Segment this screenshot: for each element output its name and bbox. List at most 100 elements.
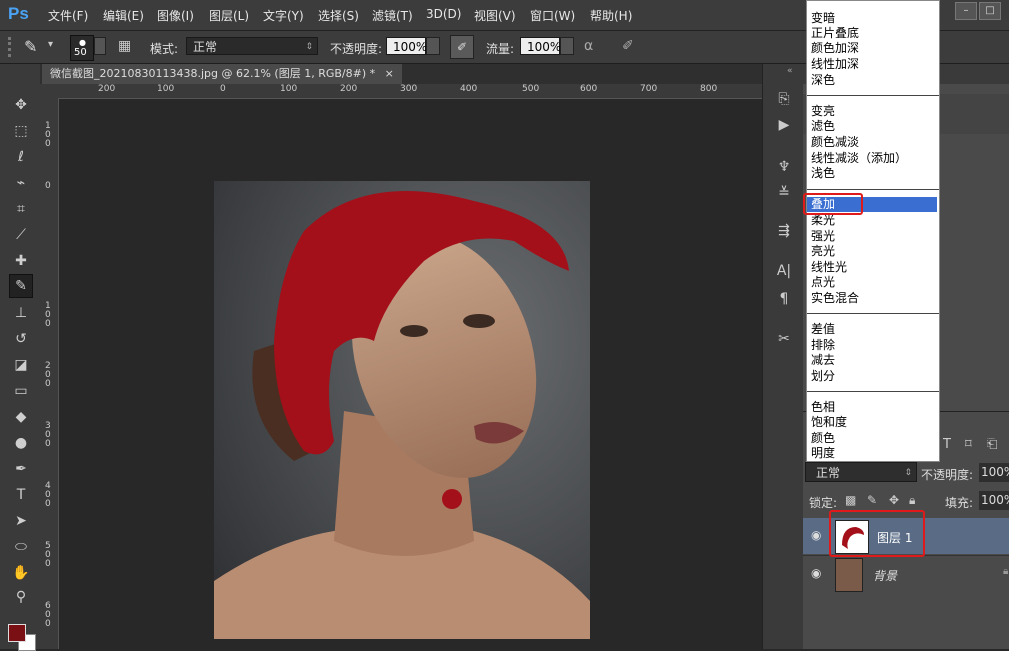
blend-screen[interactable]: 滤色 [811, 119, 835, 134]
menu-view[interactable]: 视图(V) [474, 7, 516, 24]
blend-saturation[interactable]: 饱和度 [811, 415, 847, 430]
lasso-tool-icon[interactable]: ℓ [10, 146, 32, 168]
eye-icon[interactable]: ◉ [811, 566, 821, 580]
blend-mode-dropdown[interactable]: 变暗 正片叠底 颜色加深 线性加深 深色 变亮 滤色 颜色减淡 线性减淡（添加）… [806, 0, 940, 462]
eye-icon[interactable]: ◉ [811, 528, 821, 542]
blend-lighten[interactable]: 变亮 [811, 104, 835, 119]
menu-type[interactable]: 文字(Y) [263, 7, 304, 24]
opacity-input[interactable]: 100% [386, 37, 427, 55]
flow-input[interactable]: 100% [520, 37, 561, 55]
healing-brush-tool-icon[interactable]: ✚ [10, 250, 32, 272]
actions-panel-icon[interactable]: ▶ [775, 116, 793, 134]
smart-object-filter-icon[interactable]: ⎗ [987, 437, 997, 452]
layer-blend-mode-select[interactable]: 正常 ⇕ [805, 462, 917, 482]
fill-input[interactable]: 100% [979, 491, 1009, 510]
path-select-tool-icon[interactable]: ➤ [10, 510, 32, 532]
close-tab-icon[interactable]: × [385, 67, 394, 80]
blend-color-burn[interactable]: 颜色加深 [811, 41, 859, 56]
layer-opacity-input[interactable]: 100% [979, 463, 1009, 482]
menu-image[interactable]: 图像(I) [157, 7, 194, 24]
crop-tool-icon[interactable]: ⌗ [10, 198, 32, 220]
collapse-icon[interactable]: « [787, 66, 793, 76]
pressure-size-icon[interactable]: ✐ [622, 38, 634, 54]
menu-select[interactable]: 选择(S) [318, 7, 359, 24]
menu-filter[interactable]: 滤镜(T) [372, 7, 413, 24]
document-image[interactable] [214, 181, 590, 639]
ruler-tick: 0 [220, 84, 226, 94]
blend-divide[interactable]: 划分 [811, 369, 835, 384]
eraser-tool-icon[interactable]: ◪ [10, 354, 32, 376]
history-brush-tool-icon[interactable]: ↺ [10, 328, 32, 350]
blend-linear-burn[interactable]: 线性加深 [811, 57, 859, 72]
brush-panel-icon[interactable]: ▦ [118, 38, 131, 54]
type-tool-icon[interactable]: T [10, 484, 32, 506]
blend-exclusion[interactable]: 排除 [811, 338, 835, 353]
brush-tool-icon[interactable]: ✎ [9, 274, 33, 298]
quick-select-tool-icon[interactable]: ⌁ [10, 172, 32, 194]
brush-settings-icon[interactable]: ≚ [775, 184, 793, 202]
lock-position-icon[interactable]: ✥ [889, 493, 899, 507]
menu-window[interactable]: 窗口(W) [530, 7, 575, 24]
blend-lighter-color[interactable]: 浅色 [811, 166, 835, 181]
move-tool-icon[interactable]: ✥ [10, 94, 32, 116]
shape-filter-icon[interactable]: ⌑ [965, 437, 972, 452]
brush-presets-icon[interactable]: ♆ [775, 158, 793, 176]
menu-3d[interactable]: 3D(D) [426, 7, 461, 21]
pen-tool-icon[interactable]: ✒ [10, 458, 32, 480]
lock-transparent-icon[interactable]: ▩ [845, 493, 856, 507]
minimize-button[interactable]: – [955, 2, 977, 20]
layer-name[interactable]: 背景 [873, 567, 897, 584]
foreground-color-swatch[interactable] [8, 624, 26, 642]
paragraph-panel-icon[interactable]: ¶ [775, 290, 793, 308]
opacity-dropdown[interactable] [426, 37, 440, 55]
blend-hard-mix[interactable]: 实色混合 [811, 291, 859, 306]
brush-preset-dropdown[interactable] [94, 37, 106, 55]
blend-hard-light[interactable]: 强光 [811, 229, 835, 244]
blend-darker-color[interactable]: 深色 [811, 73, 835, 88]
layer-row-background[interactable]: ◉ 背景 🔒︎ [803, 555, 1009, 592]
blend-subtract[interactable]: 减去 [811, 353, 835, 368]
menu-layer[interactable]: 图层(L) [209, 7, 249, 24]
clone-stamp-tool-icon[interactable]: ⊥ [10, 302, 32, 324]
zoom-tool-icon[interactable]: ⚲ [10, 586, 32, 608]
blend-pin-light[interactable]: 点光 [811, 275, 835, 290]
flow-dropdown[interactable] [560, 37, 574, 55]
eyedropper-tool-icon[interactable]: ⟋ [10, 224, 32, 246]
airbrush-icon[interactable]: ⍺ [584, 38, 593, 54]
type-filter-icon[interactable]: T [943, 437, 951, 452]
ruler-tick: 300 [400, 84, 418, 94]
menu-help[interactable]: 帮助(H) [590, 7, 632, 24]
dodge-tool-icon[interactable]: ● [10, 432, 32, 454]
clone-source-icon[interactable]: ⇶ [775, 222, 793, 240]
marquee-tool-icon[interactable]: ⬚ [10, 120, 32, 142]
gradient-tool-icon[interactable]: ▭ [10, 380, 32, 402]
lock-all-icon[interactable]: 🔒︎ [909, 493, 915, 508]
mode-select[interactable]: 正常 ⇕ [186, 37, 318, 55]
character-panel-icon[interactable]: A| [775, 262, 793, 280]
menu-file[interactable]: 文件(F) [48, 7, 88, 24]
blend-vivid-light[interactable]: 亮光 [811, 244, 835, 259]
blend-multiply[interactable]: 正片叠底 [811, 26, 859, 41]
blend-color[interactable]: 颜色 [811, 431, 835, 446]
blend-soft-light[interactable]: 柔光 [811, 213, 835, 228]
shape-tool-icon[interactable]: ⬭ [10, 536, 32, 558]
blend-hue[interactable]: 色相 [811, 400, 835, 415]
brush-preset-picker[interactable]: ● 50 [70, 35, 94, 61]
pressure-opacity-icon[interactable]: ✐ [450, 35, 474, 59]
hand-tool-icon[interactable]: ✋ [10, 562, 32, 584]
blend-linear-dodge[interactable]: 线性减淡（添加） [811, 151, 907, 166]
tool-presets-icon[interactable]: ✂ [775, 330, 793, 348]
blend-luminosity[interactable]: 明度 [811, 446, 835, 461]
tool-preset-arrow-icon[interactable]: ▾ [48, 39, 53, 50]
history-panel-icon[interactable]: ⎘ [775, 90, 793, 108]
maximize-button[interactable]: □ [979, 2, 1001, 20]
blend-darken[interactable]: 变暗 [811, 11, 835, 26]
brush-tool-icon[interactable]: ✎ [24, 37, 37, 56]
blend-difference[interactable]: 差值 [811, 322, 835, 337]
menu-edit[interactable]: 编辑(E) [103, 7, 144, 24]
blur-tool-icon[interactable]: ◆ [10, 406, 32, 428]
blend-linear-light[interactable]: 线性光 [811, 260, 847, 275]
blend-color-dodge[interactable]: 颜色减淡 [811, 135, 859, 150]
lock-pixels-icon[interactable]: ✎ [867, 493, 877, 507]
document-tab[interactable]: 微信截图_20210830113438.jpg @ 62.1% (图层 1, R… [42, 64, 402, 84]
